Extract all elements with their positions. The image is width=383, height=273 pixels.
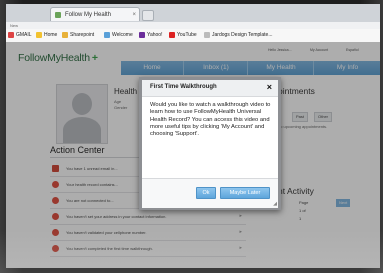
favicon-icon — [55, 12, 61, 18]
bookmark-youtube[interactable]: YouTube — [169, 29, 197, 42]
sharepoint-icon — [62, 31, 68, 38]
ok-button[interactable]: Ok — [196, 187, 216, 199]
dialog-footer: Ok Maybe Later ◢ — [142, 178, 278, 208]
page-icon — [204, 31, 210, 38]
dialog-header: First Time Walkthrough × — [142, 80, 278, 97]
yahoo-icon — [139, 31, 145, 38]
bookmark-welcome[interactable]: Welcome — [104, 29, 133, 42]
bookmark-home[interactable]: Home — [36, 29, 57, 42]
bookmark-yahoo[interactable]: Yahoo! — [139, 29, 162, 42]
gmail-icon — [8, 31, 14, 38]
address-hint: New — [10, 23, 19, 28]
dialog-title: First Time Walkthrough — [150, 84, 217, 90]
maybe-later-button[interactable]: Maybe Later — [220, 187, 270, 199]
tab-title: Follow My Health — [65, 12, 112, 18]
bookmark-jardogs[interactable]: Jardogs Design Template... — [204, 29, 273, 42]
resize-grip-icon[interactable]: ◢ — [273, 201, 277, 207]
screen-glare — [0, 230, 383, 273]
tab-close-icon[interactable]: × — [132, 8, 136, 22]
close-icon[interactable]: × — [267, 82, 272, 92]
tab-bar: Follow My Health × — [6, 4, 380, 22]
bookmark-gmail[interactable]: GMAIL — [8, 29, 32, 42]
bookmark-sharepoint[interactable]: Sharepoint — [62, 29, 94, 42]
home-icon — [36, 31, 42, 38]
welcome-icon — [104, 31, 110, 38]
browser-window: Follow My Health × New GMAIL Home Sharep… — [6, 4, 380, 268]
new-tab-button[interactable] — [142, 10, 154, 21]
dialog-message: Would you like to watch a walkthrough vi… — [150, 102, 271, 138]
youtube-icon — [169, 31, 175, 38]
browser-toolbar: New — [6, 22, 380, 29]
tab-followmyhealth[interactable]: Follow My Health × — [50, 7, 140, 21]
bookmarks-bar: GMAIL Home Sharepoint Welcome Yahoo! You… — [6, 29, 380, 43]
walkthrough-dialog: First Time Walkthrough × Would you like … — [139, 77, 281, 210]
monitor-bezel: Follow My Health × New GMAIL Home Sharep… — [0, 0, 383, 273]
